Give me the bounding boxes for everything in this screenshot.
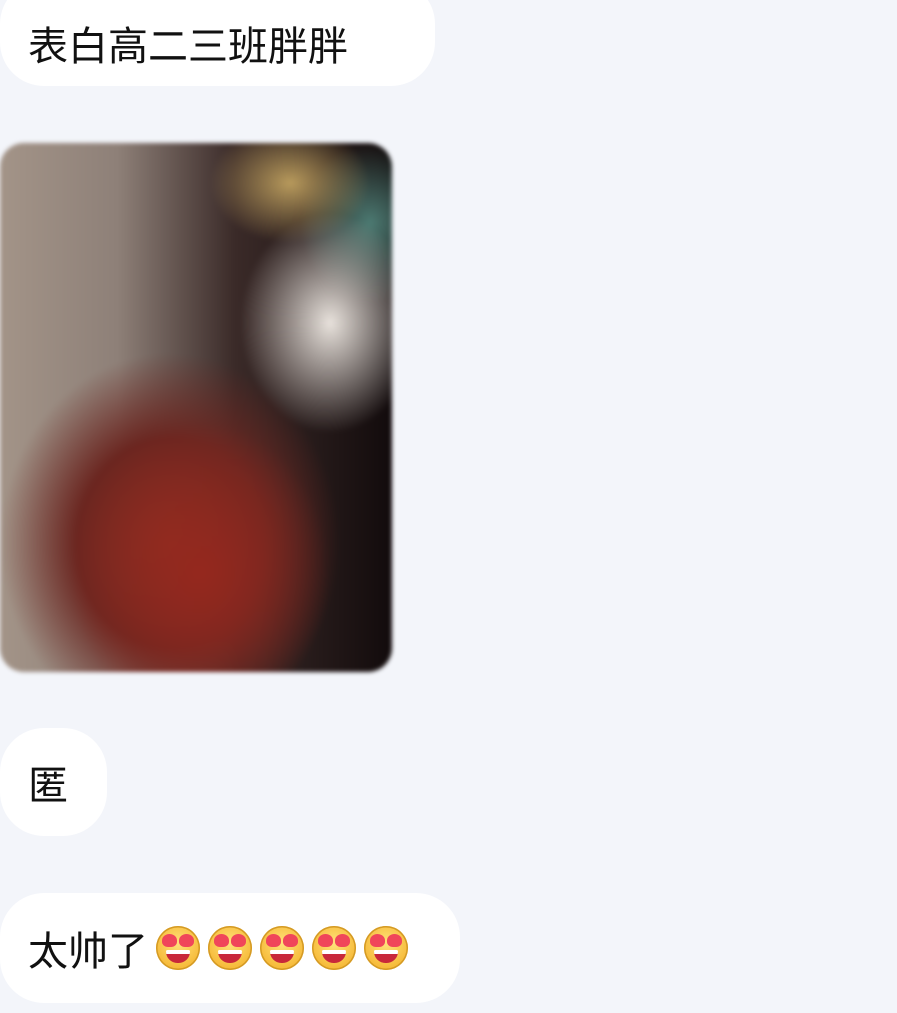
heart-eyes-emoji-icon (208, 926, 252, 970)
heart-eyes-emoji-icon (260, 926, 304, 970)
message-text: 太帅了 (28, 929, 148, 975)
message-image[interactable] (0, 143, 392, 672)
heart-eyes-emoji-icon (364, 926, 408, 970)
message-text: 匿 (28, 763, 68, 809)
message-bubble[interactable]: 太帅了 (0, 893, 460, 1003)
heart-eyes-emoji-icon (156, 926, 200, 970)
message-bubble[interactable]: 表白高二三班胖胖 (0, 0, 435, 86)
message-text: 表白高二三班胖胖 (28, 24, 348, 70)
heart-eyes-emoji-icon (312, 926, 356, 970)
message-bubble[interactable]: 匿 (0, 728, 107, 836)
